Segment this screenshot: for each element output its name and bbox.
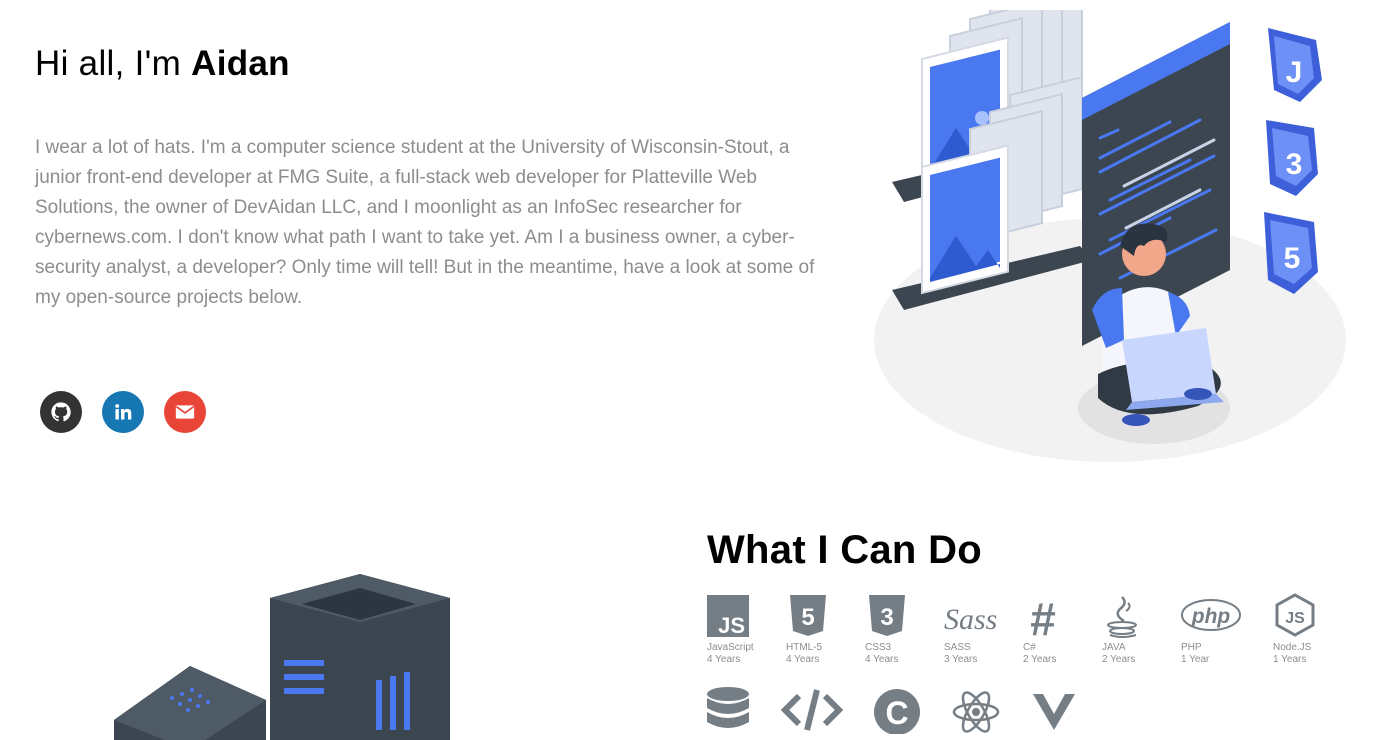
css3-icon: 3 (869, 595, 905, 636)
java-icon (1107, 596, 1137, 638)
skill-years: 3 Years (944, 654, 978, 665)
linkedin-link[interactable] (102, 391, 144, 433)
skill-java: JAVA 2 Years (1102, 592, 1181, 666)
skill-sass: Sass SASS 3 Years (944, 592, 1023, 666)
skill-years: 2 Years (1023, 654, 1057, 665)
skill-name: Node.JS (1273, 642, 1312, 653)
greeting-name: Aidan (191, 44, 290, 83)
svg-text:5: 5 (1284, 242, 1301, 275)
svg-text:JS: JS (1285, 610, 1305, 627)
skill-years: 1 Year (1181, 654, 1210, 665)
react-icon (952, 691, 1000, 733)
skill-years: 4 Years (865, 654, 899, 665)
skill-css3: 3 CSS3 4 Years (865, 592, 944, 666)
javascript-icon: JS (707, 595, 749, 638)
skill-years: 4 Years (707, 654, 741, 665)
skills-heading: What I Can Do (707, 528, 982, 572)
svg-text:JS: JS (718, 613, 745, 638)
svg-text:3: 3 (880, 604, 893, 631)
svg-text:5: 5 (801, 604, 814, 631)
envelope-icon (175, 405, 195, 419)
svg-text:Sass: Sass (944, 603, 997, 636)
github-link[interactable] (40, 391, 82, 433)
page-title: Hi all, I'm Aidan (35, 44, 290, 84)
skill-name: CSS3 (865, 642, 892, 653)
github-icon (51, 402, 71, 422)
c-language-icon: C (874, 689, 920, 734)
css-badge: 3 (1266, 120, 1318, 196)
skill-javascript: JS JavaScript 4 Years (707, 592, 786, 666)
svg-text:php: php (1191, 605, 1231, 628)
php-icon: php (1181, 599, 1241, 631)
skill-name: SASS (944, 642, 971, 653)
database-icon (707, 687, 749, 728)
svg-text:J: J (1286, 56, 1303, 89)
skill-php: php PHP 1 Year (1181, 592, 1260, 666)
server-illustration (114, 574, 450, 740)
skill-html5: 5 HTML-5 4 Years (786, 592, 865, 666)
skill-name: HTML-5 (786, 642, 823, 653)
csharp-icon: # (1030, 593, 1056, 638)
nodejs-icon: JS (1275, 593, 1315, 637)
skill-nodejs: JS Node.JS 1 Years (1273, 592, 1352, 666)
sass-icon: Sass (944, 603, 997, 636)
skill-csharp: # C# 2 Years (1023, 592, 1102, 666)
developer-illustration: J 3 5 (874, 10, 1346, 462)
skill-years: 2 Years (1102, 654, 1136, 665)
vue-icon (1033, 694, 1075, 730)
bio-text: I wear a lot of hats. I'm a computer sci… (35, 137, 815, 308)
linkedin-icon (115, 404, 132, 420)
skill-name: JAVA (1102, 642, 1126, 653)
svg-text:C: C (885, 695, 908, 731)
js-badge: J (1268, 28, 1322, 102)
svg-text:#: # (1030, 593, 1056, 638)
html5-icon: 5 (790, 595, 826, 636)
svg-text:3: 3 (1286, 148, 1303, 181)
greeting-prefix: Hi all, I'm (35, 44, 182, 83)
skill-name: PHP (1181, 642, 1202, 653)
skill-years: 1 Years (1273, 654, 1307, 665)
skill-years: 4 Years (786, 654, 820, 665)
skills-list-secondary: C (705, 686, 1077, 734)
skill-name: C# (1023, 642, 1036, 653)
skill-name: JavaScript (707, 642, 754, 653)
skills-list: JS JavaScript 4 Years 5 HTML-5 4 Years 3… (707, 592, 1352, 666)
social-links (40, 391, 206, 433)
code-icon (781, 689, 843, 731)
email-link[interactable] (164, 391, 206, 433)
